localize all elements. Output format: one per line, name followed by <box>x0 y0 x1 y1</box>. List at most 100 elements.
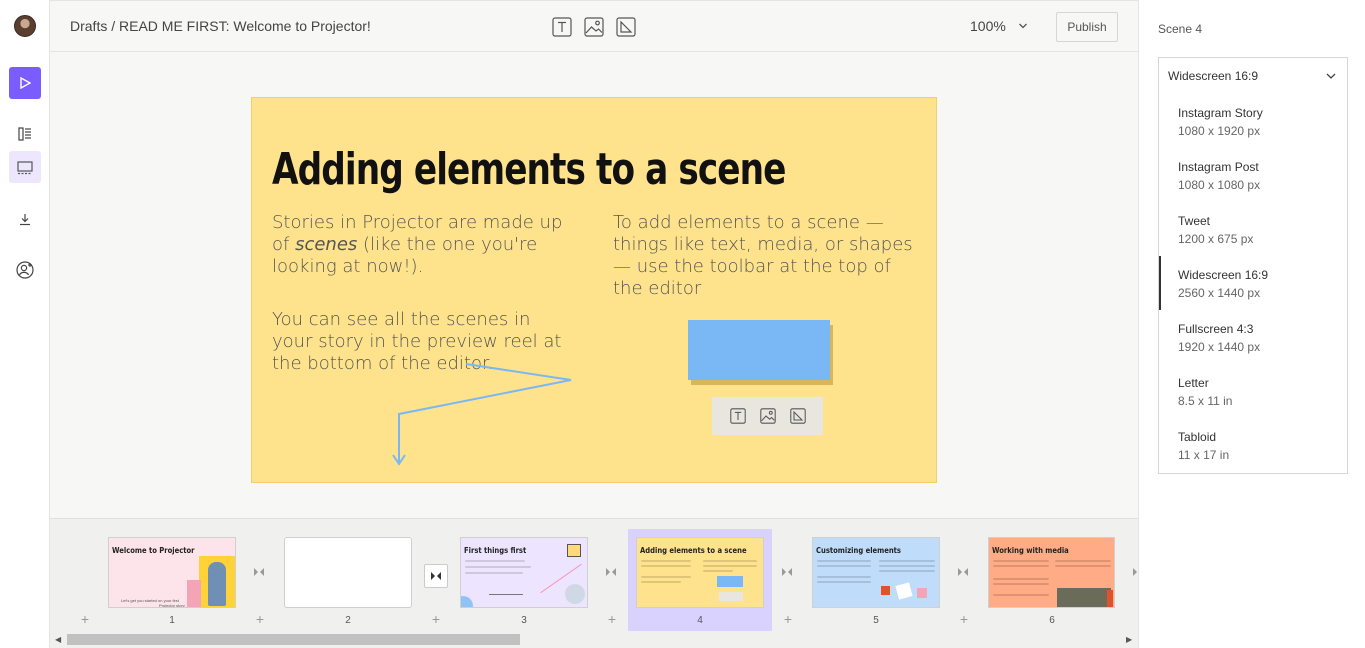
size-option-letter[interactable]: Letter 8.5 x 11 in <box>1159 364 1347 418</box>
download-button[interactable] <box>9 203 41 235</box>
zoom-level[interactable]: 100% <box>970 18 1006 34</box>
option-size: 1080 x 1920 px <box>1178 124 1261 138</box>
preview-reel: Welcome to Projector Let's get you start… <box>50 518 1138 648</box>
option-name: Tabloid <box>1178 430 1217 444</box>
add-scene-button[interactable]: + <box>781 611 795 627</box>
option-size: 1920 x 1440 px <box>1178 340 1261 354</box>
scene-thumb-5[interactable]: Customizing elements <box>812 537 940 608</box>
text-tool-button[interactable] <box>551 16 573 38</box>
scene-thumb-3[interactable]: First things first <box>460 537 588 608</box>
thumb-text-line <box>703 570 733 572</box>
thumb-text-line <box>465 560 525 562</box>
add-collaborator-button[interactable] <box>9 254 41 286</box>
add-scene-button[interactable]: + <box>957 611 971 627</box>
thumb-shape <box>717 576 743 587</box>
arrow-drawing[interactable] <box>252 98 938 484</box>
thumb-text-line <box>465 566 531 568</box>
thumb-shape <box>881 586 890 595</box>
thumb-text-line <box>879 565 935 567</box>
thumb-text-line <box>993 583 1049 585</box>
thumb-shape <box>567 544 581 557</box>
transition-icon[interactable] <box>253 567 265 577</box>
option-size: 2560 x 1440 px <box>1178 286 1261 300</box>
thumb-photo-grid <box>1057 588 1111 607</box>
thumb-person-image <box>208 562 226 606</box>
thumb-text-line <box>993 578 1049 580</box>
chevron-down-icon <box>1326 73 1336 79</box>
projector-editor: Drafts / READ ME FIRST: Welcome to Proje… <box>0 0 1365 648</box>
thumb-shape <box>719 592 743 601</box>
thumb-line <box>489 594 523 595</box>
toolbar-illustration[interactable] <box>712 397 823 435</box>
publish-button[interactable]: Publish <box>1056 12 1118 42</box>
image-tool-icon <box>584 17 604 37</box>
stories-button[interactable] <box>9 118 41 150</box>
scene-thumb-1[interactable]: Welcome to Projector Let's get you start… <box>108 537 236 608</box>
thumb-text-line <box>641 581 681 583</box>
thumb-text-line <box>817 581 871 583</box>
scene-number: 6 <box>1049 615 1055 626</box>
option-size: 11 x 17 in <box>1178 448 1230 462</box>
option-size: 8.5 x 11 in <box>1178 394 1233 408</box>
reel-scrollbar[interactable]: ◀ ▶ <box>50 632 1138 648</box>
scene-settings-panel: Scene 4 Widescreen 16:9 Instagram Story 1… <box>1138 0 1365 648</box>
thumb-text-line <box>879 560 935 562</box>
avatar[interactable] <box>14 15 36 37</box>
scene-canvas[interactable]: Adding elements to a scene Stories in Pr… <box>251 97 937 483</box>
thumb-shape <box>917 588 927 598</box>
scrollbar-thumb[interactable] <box>67 634 520 645</box>
size-option-fullscreen[interactable]: Fullscreen 4:3 1920 x 1440 px <box>1159 310 1347 364</box>
add-scene-button[interactable]: + <box>605 611 619 627</box>
transition-icon[interactable] <box>605 567 617 577</box>
thumb-text-line <box>817 576 871 578</box>
scene-thumb-6[interactable]: Working with media <box>988 537 1115 608</box>
play-button[interactable] <box>9 67 41 99</box>
scene-number: 3 <box>521 615 527 626</box>
left-rail <box>0 0 50 648</box>
blue-rectangle-shape[interactable] <box>688 320 830 380</box>
shape-tool-button[interactable] <box>615 16 637 38</box>
image-tool-icon <box>759 408 776 424</box>
size-option-instagram-story[interactable]: Instagram Story 1080 x 1920 px <box>1159 94 1347 148</box>
add-scene-button[interactable]: + <box>253 611 267 627</box>
size-option-tabloid[interactable]: Tabloid 11 x 17 in <box>1159 418 1347 472</box>
scene-number: 2 <box>345 615 351 626</box>
stories-icon <box>18 127 31 141</box>
thumb-circle <box>461 596 473 607</box>
image-tool-button[interactable] <box>583 16 605 38</box>
transition-button[interactable] <box>424 564 448 588</box>
text-tool-icon <box>729 408 746 424</box>
scroll-left-icon[interactable]: ◀ <box>55 635 61 644</box>
option-size: 1200 x 675 px <box>1178 232 1254 246</box>
thumb-title: Customizing elements <box>816 546 901 555</box>
option-name: Tweet <box>1178 214 1211 228</box>
scene-number: 4 <box>697 615 703 626</box>
thumb-title: Adding elements to a scene <box>640 546 747 555</box>
add-scene-button[interactable]: + <box>429 611 443 627</box>
selected-size: Widescreen 16:9 <box>1168 69 1259 83</box>
add-user-icon <box>16 261 34 279</box>
option-name: Letter <box>1178 376 1209 390</box>
option-name: Instagram Post <box>1178 160 1259 174</box>
breadcrumb[interactable]: Drafts / READ ME FIRST: Welcome to Proje… <box>70 18 371 34</box>
scene-thumb-4[interactable]: Adding elements to a scene <box>636 537 764 608</box>
thumb-text: Projector story <box>159 603 185 608</box>
transition-icon[interactable] <box>957 567 969 577</box>
transition-icon[interactable] <box>781 567 793 577</box>
chevron-down-icon[interactable] <box>1018 18 1028 36</box>
scene-thumb-2[interactable] <box>284 537 412 608</box>
size-option-tweet[interactable]: Tweet 1200 x 675 px <box>1159 202 1347 256</box>
option-name: Instagram Story <box>1178 106 1263 120</box>
scene-button[interactable] <box>9 151 41 183</box>
scroll-right-icon[interactable]: ▶ <box>1126 635 1132 644</box>
scene-size-options: Instagram Story 1080 x 1920 px Instagram … <box>1158 94 1348 474</box>
scene-number: 5 <box>873 615 879 626</box>
scene-size-select[interactable]: Widescreen 16:9 <box>1158 57 1348 95</box>
option-name: Widescreen 16:9 <box>1178 268 1269 282</box>
size-option-instagram-post[interactable]: Instagram Post 1080 x 1080 px <box>1159 148 1347 202</box>
play-icon <box>20 77 31 89</box>
size-option-widescreen[interactable]: Widescreen 16:9 2560 x 1440 px <box>1159 256 1347 310</box>
scene-icon <box>17 161 33 175</box>
shape-tool-icon <box>616 17 636 37</box>
add-scene-button[interactable]: + <box>78 611 92 627</box>
